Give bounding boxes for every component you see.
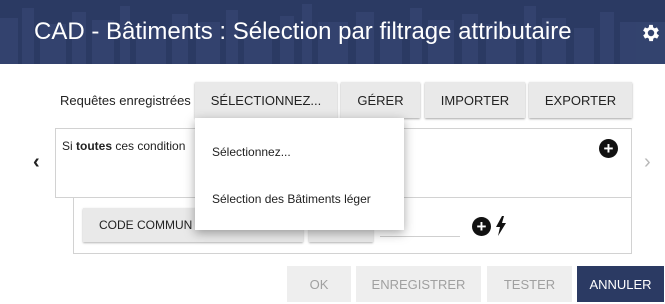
manage-button[interactable]: GÉRER bbox=[341, 82, 420, 118]
dropdown-item[interactable]: Sélectionnez... bbox=[212, 145, 291, 159]
conditions-text: Si toutes ces condition bbox=[62, 139, 185, 153]
test-button[interactable]: TESTER bbox=[487, 266, 572, 302]
save-button[interactable]: ENREGISTRER bbox=[356, 266, 481, 302]
lightning-icon[interactable] bbox=[495, 216, 507, 236]
chevron-right-icon[interactable]: › bbox=[644, 151, 651, 174]
app-header: CAD - Bâtiments : Sélection par filtrage… bbox=[0, 0, 665, 64]
conditions-suffix: ces condition bbox=[115, 139, 186, 153]
conditions-prefix: Si bbox=[62, 139, 73, 153]
dropdown-item[interactable]: Sélection des Bâtiments léger bbox=[212, 192, 371, 206]
conditions-mode[interactable]: toutes bbox=[76, 139, 112, 153]
import-button[interactable]: IMPORTER bbox=[425, 82, 525, 118]
field-select-label: CODE COMMUN bbox=[99, 218, 193, 232]
gear-icon[interactable] bbox=[640, 22, 662, 44]
export-button[interactable]: EXPORTER bbox=[529, 82, 632, 118]
saved-queries-label: Requêtes enregistrées : bbox=[60, 93, 199, 108]
add-filter-icon[interactable]: + bbox=[472, 217, 491, 236]
cancel-button[interactable]: ANNULER bbox=[577, 266, 664, 302]
add-condition-icon[interactable]: + bbox=[599, 139, 618, 158]
value-input[interactable] bbox=[380, 236, 460, 237]
ok-button[interactable]: OK bbox=[287, 266, 351, 302]
select-query-button[interactable]: SÉLECTIONNEZ... bbox=[195, 82, 337, 118]
page-title: CAD - Bâtiments : Sélection par filtrage… bbox=[34, 18, 572, 45]
saved-queries-dropdown: Sélectionnez... Sélection des Bâtiments … bbox=[195, 118, 404, 230]
chevron-left-icon[interactable]: ‹ bbox=[33, 151, 40, 174]
